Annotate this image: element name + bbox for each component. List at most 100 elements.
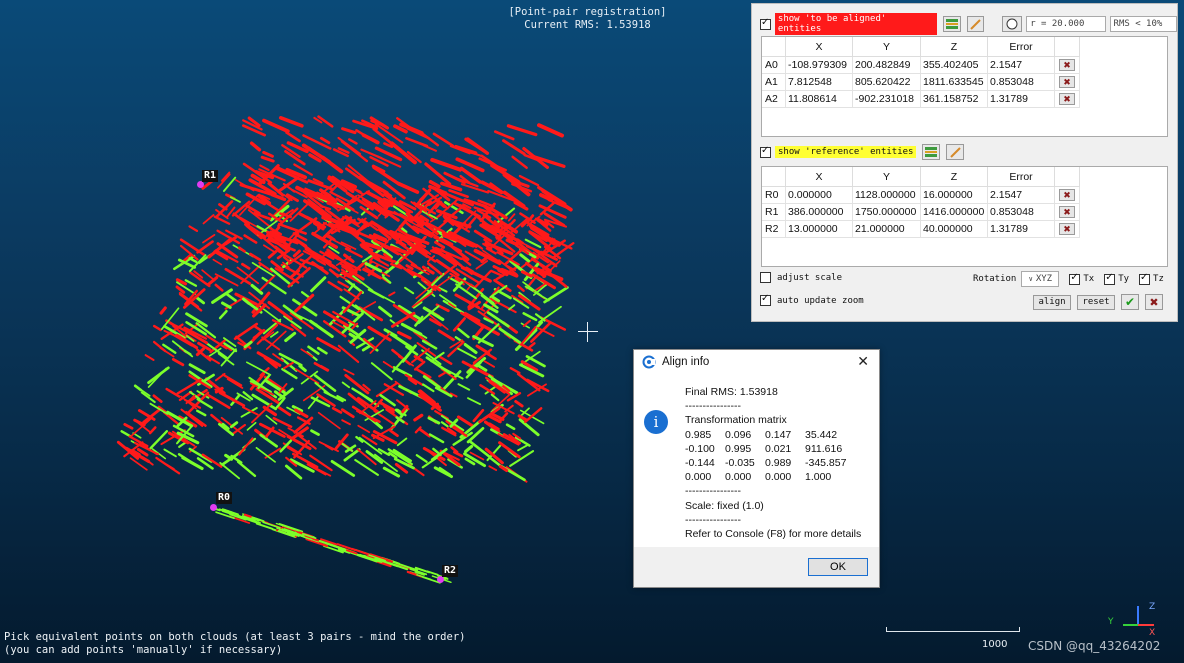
dialog-message: Final RMS: 1.53918 ---------------- Transf… <box>685 385 865 541</box>
table-row[interactable]: A1 7.812548 805.620422 1811.633545 0.853048 ✖ <box>762 73 1080 91</box>
cell-err[interactable]: 1.31789 <box>987 220 1055 238</box>
tx-checkbox[interactable] <box>1069 272 1081 285</box>
cell-z[interactable]: 1811.633545 <box>920 73 988 91</box>
scale-info: Scale: fixed (1.0) <box>685 499 764 512</box>
cell-z[interactable]: 361.158752 <box>920 90 988 108</box>
row-header: A0 <box>762 56 786 74</box>
scale-value: 1000 <box>982 639 1008 650</box>
matrix-cell: -0.144 <box>685 457 715 470</box>
matrix-cell: 0.000 <box>765 471 792 484</box>
app-logo-icon <box>642 355 656 369</box>
matrix-row: -0.100 0.995 0.021 911.616 <box>685 442 865 456</box>
layers-icon <box>945 19 958 29</box>
cell-y[interactable]: 1750.000000 <box>852 203 921 221</box>
rotation-row: Rotation ∨XYZ Tx Ty Tz <box>973 271 1164 287</box>
cell-err[interactable]: 0.853048 <box>987 203 1055 221</box>
ok-button[interactable]: OK <box>808 558 868 576</box>
rms-threshold-spinbox[interactable]: RMS < 10% <box>1109 16 1177 32</box>
cell-z[interactable]: 1416.000000 <box>920 203 988 221</box>
remove-point-button[interactable]: ✖ <box>1059 59 1075 71</box>
cell-z[interactable]: 16.000000 <box>920 186 988 204</box>
column-header-error: Error <box>987 37 1055 57</box>
cell-err[interactable]: 1.31789 <box>987 90 1055 108</box>
row-header: A1 <box>762 73 786 91</box>
auto-update-zoom-checkbox[interactable] <box>760 293 771 306</box>
remove-point-button[interactable]: ✖ <box>1059 189 1075 201</box>
remove-point-button[interactable]: ✖ <box>1059 76 1075 88</box>
show-aligned-checkbox[interactable] <box>760 17 771 30</box>
radius-spinbox[interactable]: r = 20.000 <box>1026 16 1106 32</box>
table-row[interactable]: A2 11.808614 -902.231018 361.158752 1.31789 ✖ <box>762 90 1080 108</box>
show-reference-label: show 'reference' entities <box>775 146 917 158</box>
cell-x[interactable]: 13.000000 <box>785 220 853 238</box>
dialog-close-icon[interactable]: ✕ <box>857 353 869 370</box>
show-reference-checkbox[interactable] <box>760 145 771 158</box>
ty-label: Ty <box>1118 274 1130 284</box>
remove-point-button[interactable]: ✖ <box>1059 206 1075 218</box>
table-row[interactable]: R2 13.000000 21.000000 40.000000 1.31789 ✖ <box>762 220 1080 238</box>
cell-err[interactable]: 2.1547 <box>987 186 1055 204</box>
picked-point-r0[interactable] <box>210 504 217 511</box>
cell-y[interactable]: 1128.000000 <box>852 186 921 204</box>
cell-err[interactable]: 2.1547 <box>987 56 1055 74</box>
export-aligned-button[interactable] <box>942 16 961 32</box>
show-aligned-label: show 'to be aligned' entities <box>774 13 937 35</box>
hud-mode-title: [Point-pair registration] <box>508 6 667 18</box>
separator-1: ---------------- <box>685 400 741 413</box>
separator-2: ---------------- <box>685 485 741 498</box>
instruction-line-2: (you can add points 'manually' if necess… <box>4 644 283 656</box>
auto-update-zoom-label: auto update zoom <box>777 295 864 306</box>
ty-checkbox[interactable] <box>1104 272 1116 285</box>
close-icon: ✖ <box>1063 59 1071 70</box>
column-header-x: X <box>785 167 853 187</box>
cell-x[interactable]: 7.812548 <box>785 73 853 91</box>
picked-point-r2[interactable] <box>437 576 444 583</box>
edit-aligned-button[interactable] <box>966 16 985 32</box>
cell-x[interactable]: -108.979309 <box>785 56 853 74</box>
close-icon: ✖ <box>1063 223 1071 234</box>
column-header-y: Y <box>852 167 921 187</box>
picked-point-r1[interactable] <box>197 181 204 188</box>
cell-x[interactable]: 0.000000 <box>785 186 853 204</box>
column-header-z: Z <box>920 37 988 57</box>
tz-checkbox[interactable] <box>1139 272 1151 285</box>
table-row[interactable]: A0 -108.979309 200.482849 355.402405 2.1547 ✖ <box>762 56 1080 74</box>
table-row[interactable]: R1 386.000000 1750.000000 1416.000000 0.8530… <box>762 203 1080 221</box>
rotation-select[interactable]: ∨ XYZ <box>1021 271 1060 287</box>
cell-err[interactable]: 0.853048 <box>987 73 1055 91</box>
cell-y[interactable]: 200.482849 <box>852 56 921 74</box>
row-header: R0 <box>762 186 786 204</box>
matrix-cell: 0.995 <box>725 442 752 455</box>
cell-x[interactable]: 386.000000 <box>785 203 853 221</box>
final-rms: Final RMS: 1.53918 <box>685 386 778 398</box>
close-icon: ✖ <box>1063 93 1071 104</box>
dialog-title: Align info <box>662 356 710 368</box>
remove-point-button[interactable]: ✖ <box>1059 93 1075 105</box>
aligned-points-table: X Y Z Error A0 -108.979309 200.482849 355.4… <box>761 36 1168 137</box>
align-button[interactable]: align <box>1033 294 1071 310</box>
reset-button[interactable]: reset <box>1077 294 1115 310</box>
remove-point-button[interactable]: ✖ <box>1059 223 1075 235</box>
cell-y[interactable]: -902.231018 <box>852 90 921 108</box>
cell-x[interactable]: 11.808614 <box>785 90 853 108</box>
cell-y[interactable]: 805.620422 <box>852 73 921 91</box>
point-label-r1: R1 <box>202 170 219 182</box>
close-icon: ✖ <box>1063 189 1071 200</box>
hud-title: [Point-pair registration] Current RMS: 1… <box>500 6 675 32</box>
adjust-scale-label: adjust scale <box>777 272 843 283</box>
instruction-line-1: Pick equivalent points on both clouds (a… <box>4 631 466 643</box>
sphere-toggle-button[interactable] <box>1002 16 1023 32</box>
cell-z[interactable]: 40.000000 <box>920 220 988 238</box>
cancel-button[interactable]: ✖ <box>1145 294 1163 310</box>
column-header-y: Y <box>852 37 921 57</box>
dialog-titlebar[interactable]: Align info ✕ <box>634 350 879 374</box>
cell-z[interactable]: 355.402405 <box>920 56 988 74</box>
export-reference-button[interactable] <box>922 144 941 160</box>
edit-reference-button[interactable] <box>946 144 965 160</box>
confirm-button[interactable]: ✔ <box>1121 294 1139 310</box>
cell-y[interactable]: 21.000000 <box>852 220 921 238</box>
table-row[interactable]: R0 0.000000 1128.000000 16.000000 2.1547 ✖ <box>762 186 1080 204</box>
row-header: R2 <box>762 220 786 238</box>
row-header: A2 <box>762 90 786 108</box>
adjust-scale-checkbox[interactable] <box>760 272 771 283</box>
